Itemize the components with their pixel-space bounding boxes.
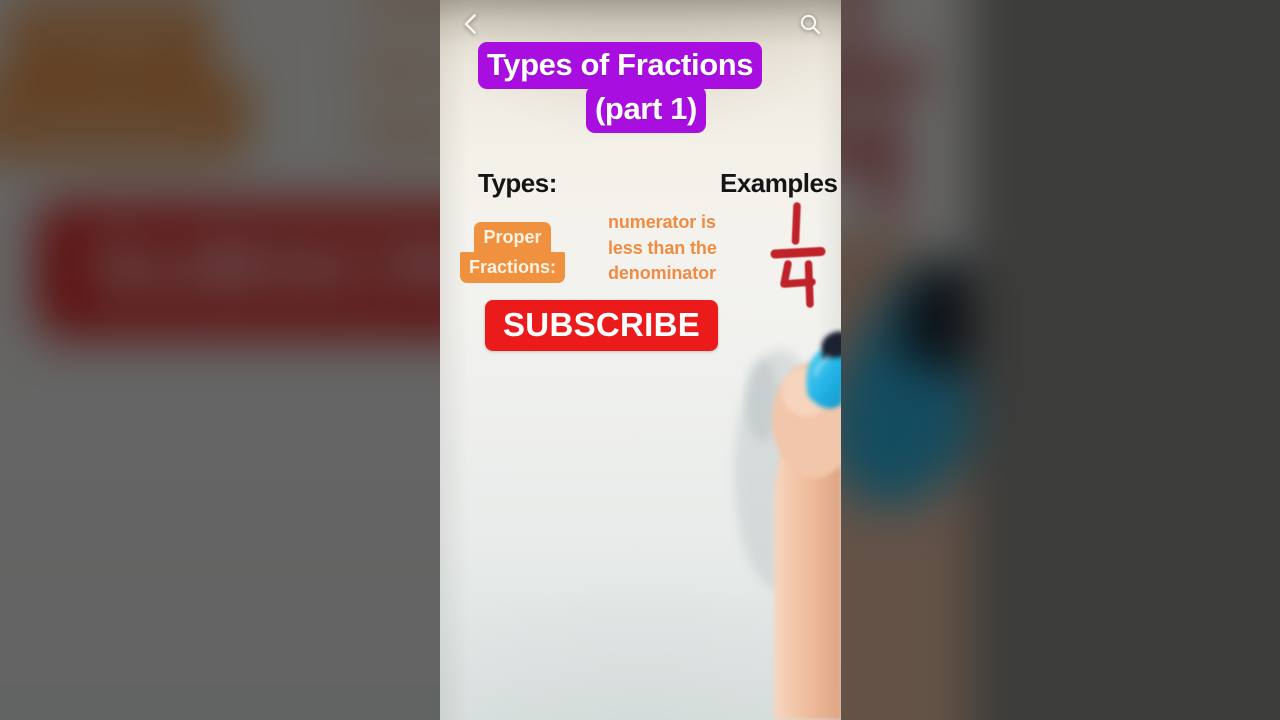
- fraction-denominator-stroke-b: [804, 260, 814, 308]
- subscribe-button[interactable]: SUBSCRIBE: [485, 300, 719, 351]
- definition-line-3: denominator: [608, 263, 716, 284]
- search-icon: [800, 14, 821, 35]
- proper-fractions-badge: Proper Fractions:: [460, 222, 566, 283]
- definition-line-2: less than the: [608, 237, 717, 258]
- definition-line-1: numerator is: [608, 212, 716, 232]
- title-line-2: (part 1): [586, 86, 706, 133]
- search-button[interactable]: [793, 7, 827, 41]
- player-top-bar: [440, 0, 841, 48]
- title-line-1: Types of Fractions: [478, 42, 763, 89]
- handwritten-fraction-example: [770, 198, 826, 310]
- video-frame[interactable]: Types of Fractions (part 1) Types: Examp…: [440, 0, 841, 720]
- badge-line-2: Fractions:: [460, 252, 566, 283]
- video-title-overlay: Types of Fractions (part 1): [440, 42, 841, 133]
- shorts-player: Types of Fractions (part 1) Types: Examp…: [0, 0, 1280, 720]
- back-button[interactable]: [454, 7, 488, 41]
- fraction-numerator-stroke: [791, 202, 801, 245]
- badge-line-1: Proper: [474, 222, 551, 253]
- back-chevron-icon: [464, 14, 476, 34]
- fraction-bar-stroke: [770, 247, 826, 259]
- column-headers: Types: Examples: [440, 168, 841, 206]
- types-column-header: Types:: [478, 168, 557, 198]
- examples-column-header: Examples: [720, 168, 838, 198]
- definition-text: numerator is less than the denominator: [608, 210, 717, 287]
